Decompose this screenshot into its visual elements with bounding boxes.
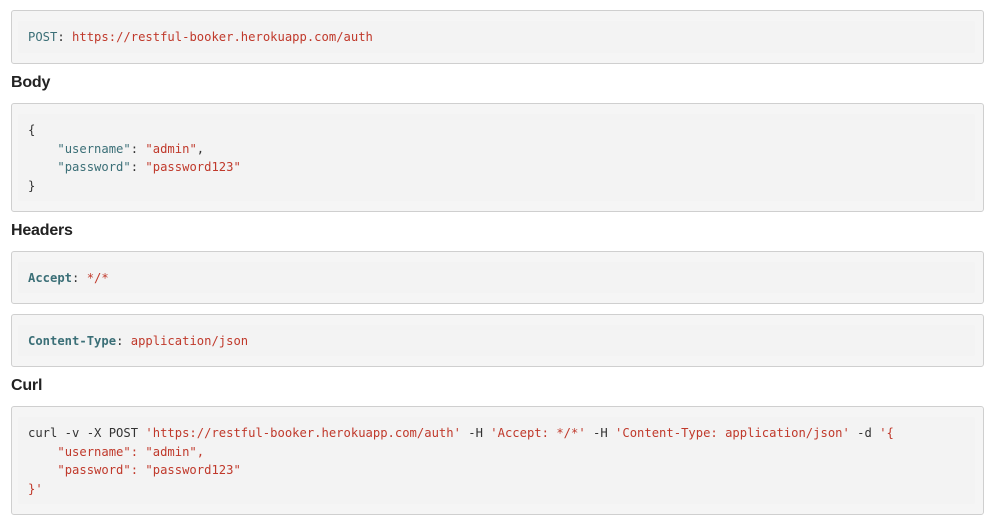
body-block: { "username": "admin", "password": "pass… [11,103,984,212]
curl-code: curl -v -X POST 'https://restful-booker.… [28,426,894,496]
header-name-content-type: Content-Type [28,334,117,348]
header-accept-block: Accept: */* [11,251,984,304]
http-method: POST [28,30,58,44]
header-content-type-code: Content-Type: application/json [28,334,249,348]
json-value-username: "admin" [145,141,197,156]
header-value-accept: */* [86,271,109,285]
heading-body: Body [11,74,51,91]
header-name-accept: Accept [28,271,73,285]
json-value-password: "password123" [145,160,241,174]
request-url: https://restful-booker.herokuapp.com/aut… [72,30,373,44]
heading-headers: Headers [11,222,73,239]
request-line-block: POST: https://restful-booker.herokuapp.c… [11,10,984,64]
header-accept-code: Accept: */* [28,271,109,285]
request-line-code: POST: https://restful-booker.herokuapp.c… [28,30,373,44]
header-content-type-block: Content-Type: application/json [11,314,984,367]
json-key-password: "password" [57,160,131,174]
json-key-username: "username" [57,141,131,156]
curl-block: curl -v -X POST 'https://restful-booker.… [11,406,984,515]
header-value-content-type: application/json [130,334,249,348]
body-code: { "username": "admin", "password": "pass… [28,123,241,193]
heading-curl: Curl [11,377,43,394]
